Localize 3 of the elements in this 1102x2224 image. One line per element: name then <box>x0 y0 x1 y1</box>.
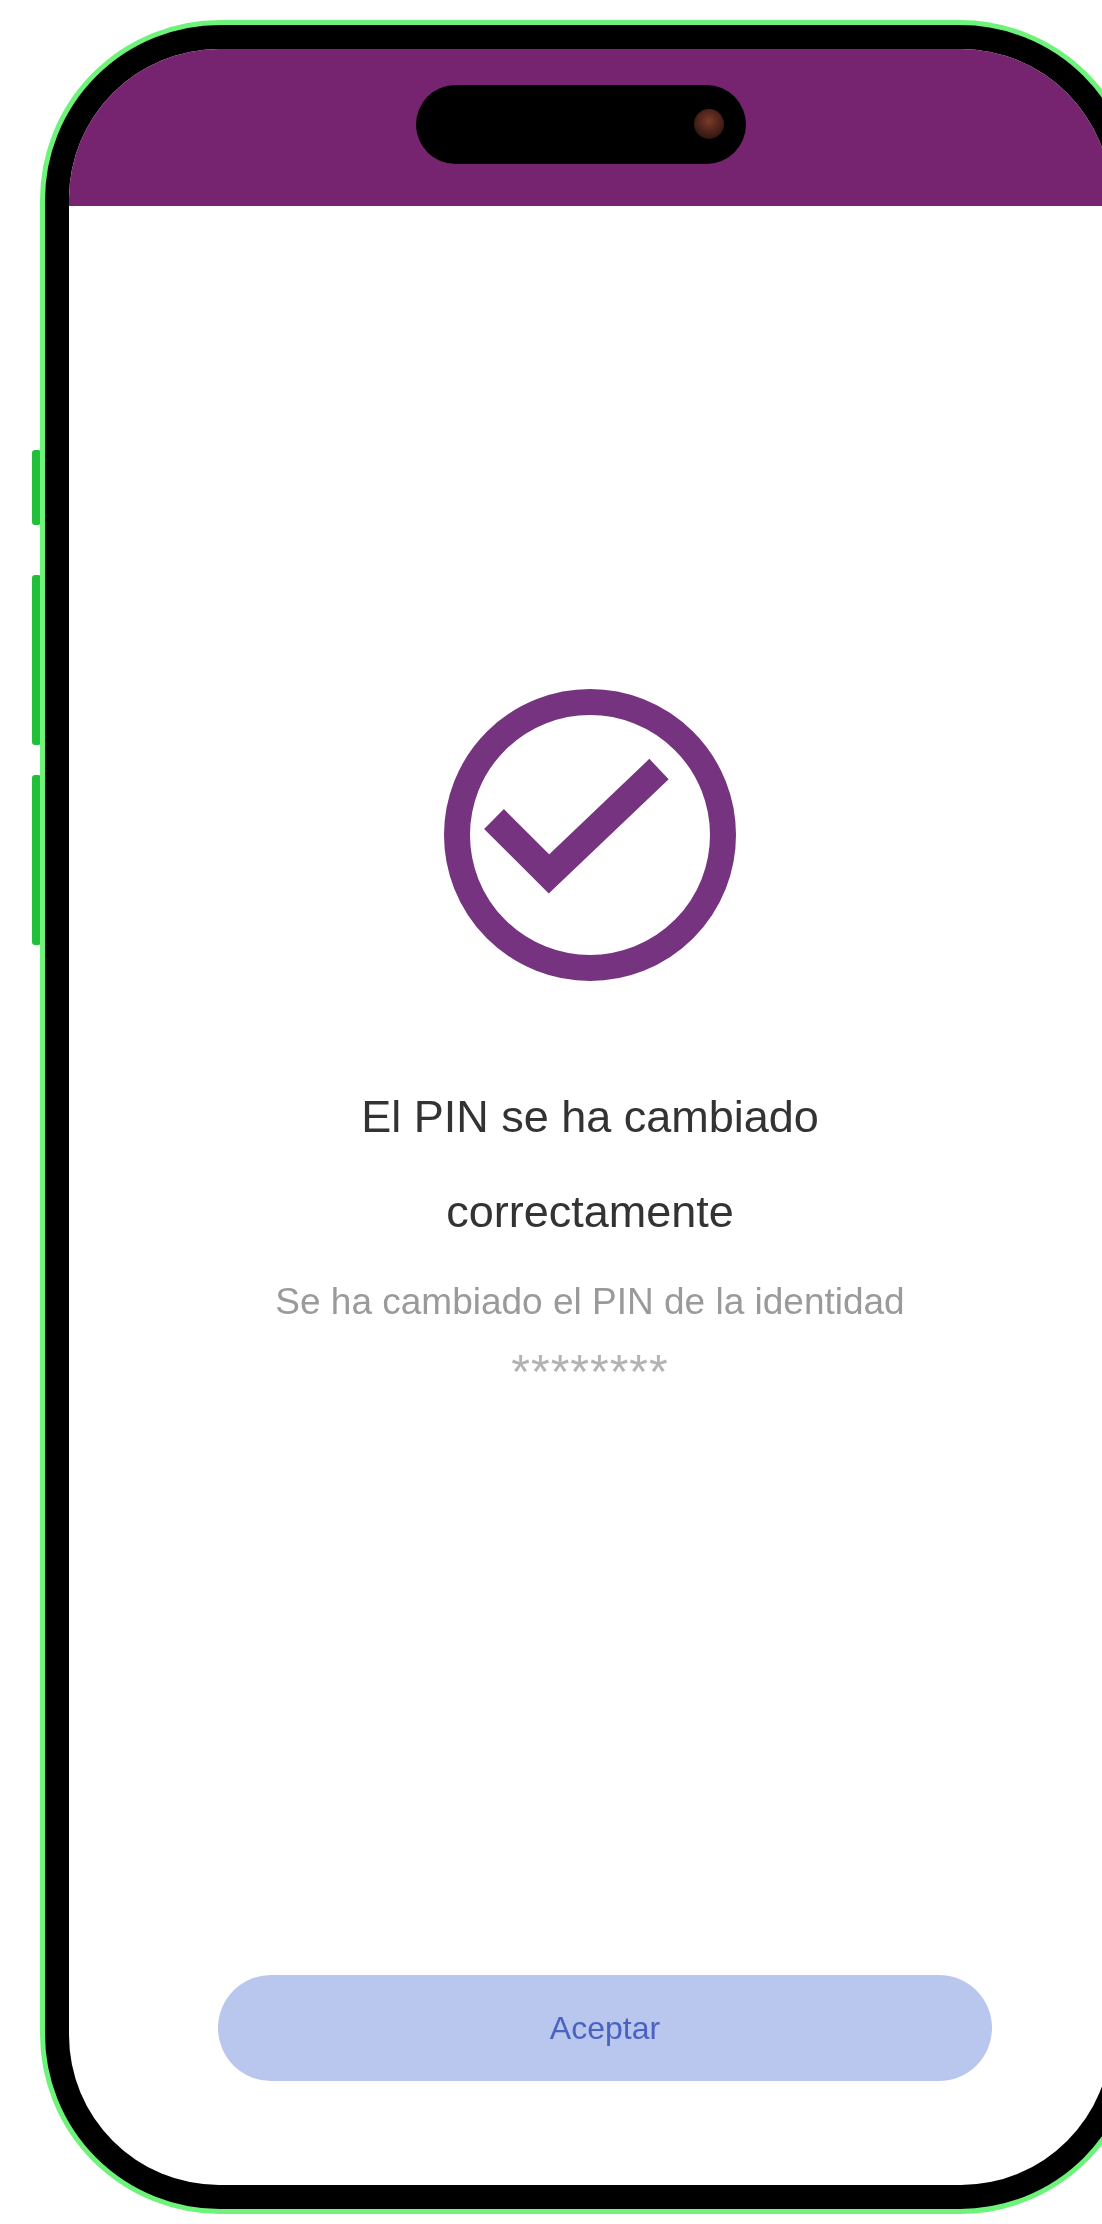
success-message: Se ha cambiado el PIN de la identidad ******** <box>274 1280 906 1400</box>
checkmark-circle-icon <box>444 689 736 981</box>
success-title: El PIN se ha cambiado correctamente <box>360 1090 820 1239</box>
